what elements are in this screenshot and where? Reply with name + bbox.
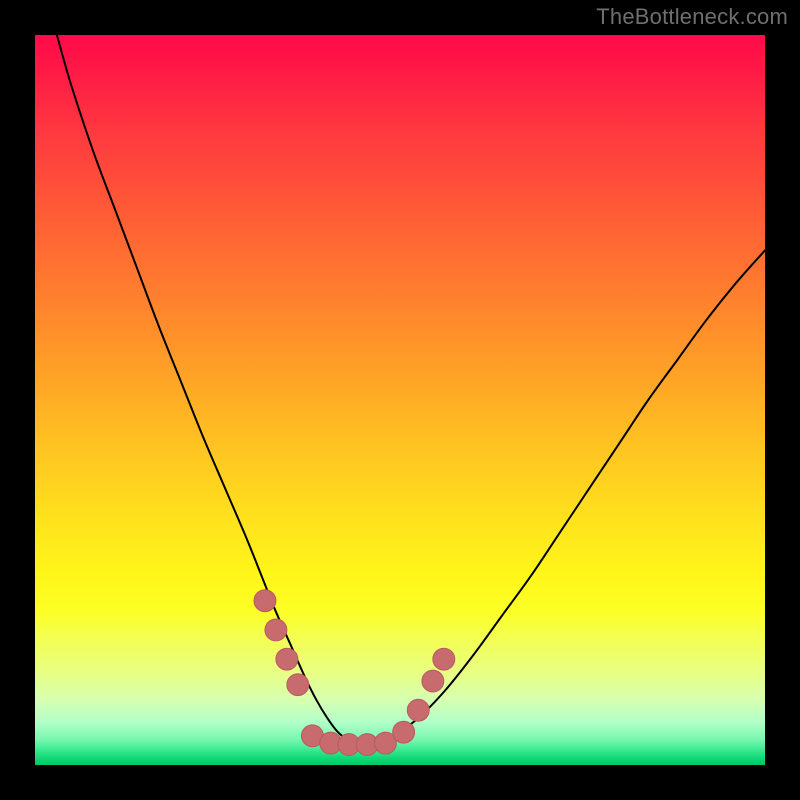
curve-marker: [393, 721, 415, 743]
curve-marker: [422, 670, 444, 692]
curve-marker: [433, 648, 455, 670]
curve-marker: [287, 674, 309, 696]
curve-markers: [254, 590, 455, 756]
chart-stage: TheBottleneck.com: [0, 0, 800, 800]
watermark-text: TheBottleneck.com: [596, 6, 788, 28]
curve-marker: [265, 619, 287, 641]
plot-area: [35, 35, 765, 765]
curve-marker: [407, 699, 429, 721]
bottleneck-curve: [57, 35, 765, 743]
curve-marker: [254, 590, 276, 612]
curve-marker: [276, 648, 298, 670]
chart-svg: [35, 35, 765, 765]
